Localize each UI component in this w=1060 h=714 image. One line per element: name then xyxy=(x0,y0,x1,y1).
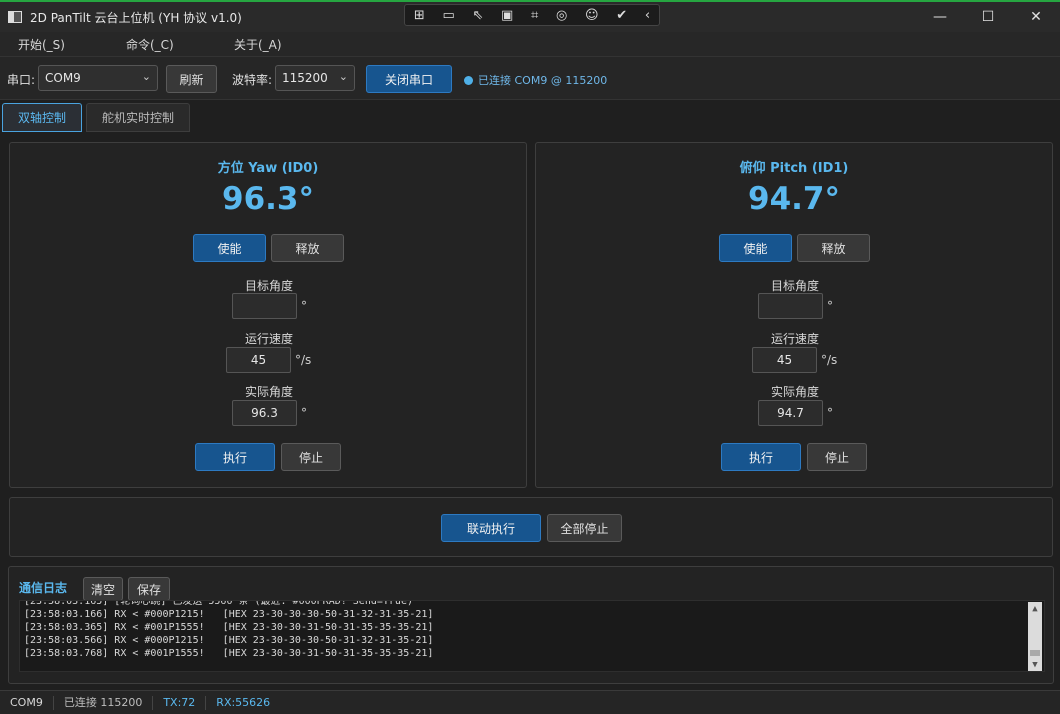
log-line: [23:58:03.165] [轮询心跳] 已发送 5560 条 (最近: #0… xyxy=(24,600,413,607)
log-clear-button[interactable]: 清空 xyxy=(83,577,123,601)
scroll-up-icon[interactable]: ▲ xyxy=(1028,602,1042,616)
log-line: [23:58:03.566] RX < #000P1215! [HEX 23-3… xyxy=(24,635,434,646)
yaw-actual-label: 实际角度 xyxy=(244,385,293,399)
menu-about[interactable]: 关于(_A) xyxy=(216,36,324,53)
connection-status-text: 已连接 COM9 @ 115200 xyxy=(478,74,608,87)
window-title: 2D PanTilt 云台上位机 (YH 协议 v1.0) xyxy=(30,10,242,25)
hot-reload-icon[interactable]: ◎ xyxy=(556,8,567,23)
yaw-speed-input[interactable]: 45 xyxy=(226,347,291,373)
log-line: [23:58:03.166] RX < #000P1215! [HEX 23-3… xyxy=(24,609,434,620)
pitch-target-unit: ° xyxy=(827,299,833,313)
collapse-chevron-icon[interactable]: ‹ xyxy=(645,8,650,23)
log-scrollbar[interactable]: ▲ ▼ xyxy=(1028,602,1042,671)
title-bar: 2D PanTilt 云台上位机 (YH 协议 v1.0) ⊞ ▭ ⇖ ▣ ⌗ … xyxy=(0,0,1060,32)
yaw-panel: 方位 Yaw (ID0) 96.3° 使能 释放 目标角度 ° 运行速度 45 … xyxy=(9,142,527,488)
yaw-enable-button[interactable]: 使能 xyxy=(193,234,266,262)
menu-command[interactable]: 命令(_C) xyxy=(108,36,216,53)
joint-control-panel: 联动执行 全部停止 xyxy=(9,497,1053,557)
log-save-button[interactable]: 保存 xyxy=(128,577,170,601)
yaw-actual-unit: ° xyxy=(301,406,307,420)
yaw-title: 方位 Yaw (ID0) xyxy=(217,161,319,176)
maximize-icon[interactable]: ☐ xyxy=(964,2,1012,32)
pitch-angle-display: 94.7° xyxy=(748,181,840,217)
debug-toolbar: ⊞ ▭ ⇖ ▣ ⌗ ◎ ☺ ✔ ‹ xyxy=(404,4,660,26)
cursor-icon[interactable]: ⇖ xyxy=(472,8,483,23)
pitch-target-input[interactable] xyxy=(758,293,823,319)
scroll-thumb[interactable] xyxy=(1030,650,1040,656)
yaw-speed-unit: °/s xyxy=(295,353,312,367)
pitch-release-button[interactable]: 释放 xyxy=(797,234,870,262)
menu-start[interactable]: 开始(_S) xyxy=(0,36,108,53)
chevron-down-icon: ⌄ xyxy=(338,70,348,83)
pitch-actual-label: 实际角度 xyxy=(770,385,819,399)
pitch-speed-label: 运行速度 xyxy=(770,332,819,346)
close-port-button[interactable]: 关闭串口 xyxy=(366,65,452,93)
pitch-speed-unit: °/s xyxy=(821,353,838,367)
pitch-title: 俯仰 Pitch (ID1) xyxy=(739,161,849,176)
menu-bar: 开始(_S) 命令(_C) 关于(_A) xyxy=(0,32,1060,56)
connection-status: 已连接 COM9 @ 115200 xyxy=(464,72,607,88)
tab-servo-realtime[interactable]: 舵机实时控制 xyxy=(86,103,190,132)
log-title: 通信日志 xyxy=(19,581,68,595)
serial-toolbar: 串口: COM9 ⌄ 刷新 波特率: 115200 ⌄ 关闭串口 已连接 COM… xyxy=(0,56,1060,100)
yaw-speed-label: 运行速度 xyxy=(244,332,293,346)
yaw-actual-value: 96.3 xyxy=(232,400,297,426)
pitch-stop-button[interactable]: 停止 xyxy=(807,443,867,471)
pitch-actual-unit: ° xyxy=(827,406,833,420)
close-icon[interactable]: ✕ xyxy=(1012,2,1060,32)
layout-icon[interactable]: ⌗ xyxy=(531,8,538,23)
yaw-release-button[interactable]: 释放 xyxy=(271,234,344,262)
app-icon xyxy=(8,11,22,23)
status-bar: COM9 已连接 115200 TX:72 RX:55626 xyxy=(0,690,1060,714)
log-output[interactable]: [23:58:03.165] [轮询心跳] 已发送 5560 条 (最近: #0… xyxy=(19,600,1045,672)
status-tx-count: TX:72 xyxy=(153,695,207,710)
pitch-enable-button[interactable]: 使能 xyxy=(719,234,792,262)
select-element-icon[interactable]: ⊞ xyxy=(414,8,425,23)
yaw-target-unit: ° xyxy=(301,299,307,313)
scroll-down-icon[interactable]: ▼ xyxy=(1028,658,1042,671)
chevron-down-icon: ⌄ xyxy=(141,70,151,83)
status-dot-icon xyxy=(464,75,473,85)
refresh-button[interactable]: 刷新 xyxy=(166,65,217,93)
window-controls: — ☐ ✕ xyxy=(916,2,1060,32)
yaw-stop-button[interactable]: 停止 xyxy=(281,443,341,471)
status-port: COM9 xyxy=(0,695,54,710)
yaw-execute-button[interactable]: 执行 xyxy=(195,443,275,471)
minimize-icon[interactable]: — xyxy=(916,2,964,32)
pitch-execute-button[interactable]: 执行 xyxy=(721,443,801,471)
check-icon[interactable]: ✔ xyxy=(616,8,627,23)
video-icon[interactable]: ▭ xyxy=(442,8,454,23)
port-select-value: COM9 xyxy=(45,71,81,85)
port-select[interactable]: COM9 ⌄ xyxy=(38,65,158,91)
status-connection: 已连接 115200 xyxy=(54,695,154,710)
joint-execute-button[interactable]: 联动执行 xyxy=(441,514,541,542)
log-panel: 通信日志 清空 保存 [23:58:03.165] [轮询心跳] 已发送 556… xyxy=(8,566,1054,684)
log-line: [23:58:03.365] RX < #001P1555! [HEX 23-3… xyxy=(24,622,434,633)
accessibility-icon[interactable]: ☺ xyxy=(585,8,599,23)
log-line: [23:58:03.768] RX < #001P1555! [HEX 23-3… xyxy=(24,648,434,659)
pitch-target-label: 目标角度 xyxy=(770,279,819,293)
tab-dual-axis[interactable]: 双轴控制 xyxy=(2,103,82,132)
port-label: 串口: xyxy=(7,73,36,87)
pitch-panel: 俯仰 Pitch (ID1) 94.7° 使能 释放 目标角度 ° 运行速度 4… xyxy=(535,142,1053,488)
frame-icon[interactable]: ▣ xyxy=(501,8,513,23)
stop-all-button[interactable]: 全部停止 xyxy=(547,514,622,542)
pitch-speed-input[interactable]: 45 xyxy=(752,347,817,373)
baud-select[interactable]: 115200 ⌄ xyxy=(275,65,355,91)
yaw-target-label: 目标角度 xyxy=(244,279,293,293)
yaw-angle-display: 96.3° xyxy=(222,181,314,217)
baud-select-value: 115200 xyxy=(282,71,328,85)
pitch-actual-value: 94.7 xyxy=(758,400,823,426)
yaw-target-input[interactable] xyxy=(232,293,297,319)
status-rx-count: RX:55626 xyxy=(216,695,271,709)
baud-label: 波特率: xyxy=(232,73,273,87)
